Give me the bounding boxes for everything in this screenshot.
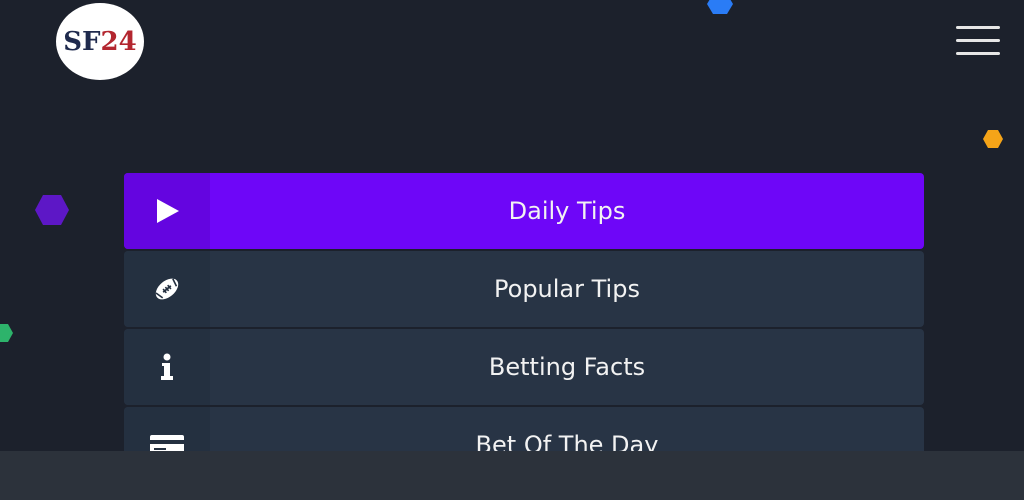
bottom-bar bbox=[0, 451, 1024, 500]
menu-item-icon-cell bbox=[124, 173, 210, 249]
play-icon bbox=[157, 199, 179, 223]
decor-hexagon-purple bbox=[35, 195, 69, 225]
decor-hexagon-orange bbox=[983, 130, 1003, 148]
menu-item-label: Betting Facts bbox=[488, 353, 646, 381]
hamburger-menu-icon[interactable] bbox=[956, 26, 1000, 56]
logo-text: SF24 bbox=[63, 26, 137, 57]
menu-item-label: Popular Tips bbox=[494, 275, 640, 303]
menu-item-daily-tips[interactable]: Daily Tips bbox=[124, 173, 924, 249]
decor-hexagon-green bbox=[0, 324, 13, 342]
info-icon bbox=[161, 353, 173, 380]
main-menu: Daily Tips Popular Tips Betting Facts Be… bbox=[124, 173, 924, 485]
menu-line bbox=[956, 52, 1000, 55]
logo[interactable]: SF24 bbox=[56, 3, 144, 80]
menu-line bbox=[956, 39, 1000, 42]
menu-item-icon-cell bbox=[124, 251, 210, 327]
decor-hexagon-blue bbox=[707, 0, 733, 14]
football-icon bbox=[155, 278, 179, 300]
menu-item-icon-cell bbox=[124, 329, 210, 405]
menu-item-popular-tips[interactable]: Popular Tips bbox=[124, 251, 924, 327]
menu-item-label: Daily Tips bbox=[508, 197, 626, 225]
menu-line bbox=[956, 26, 1000, 29]
menu-item-betting-facts[interactable]: Betting Facts bbox=[124, 329, 924, 405]
